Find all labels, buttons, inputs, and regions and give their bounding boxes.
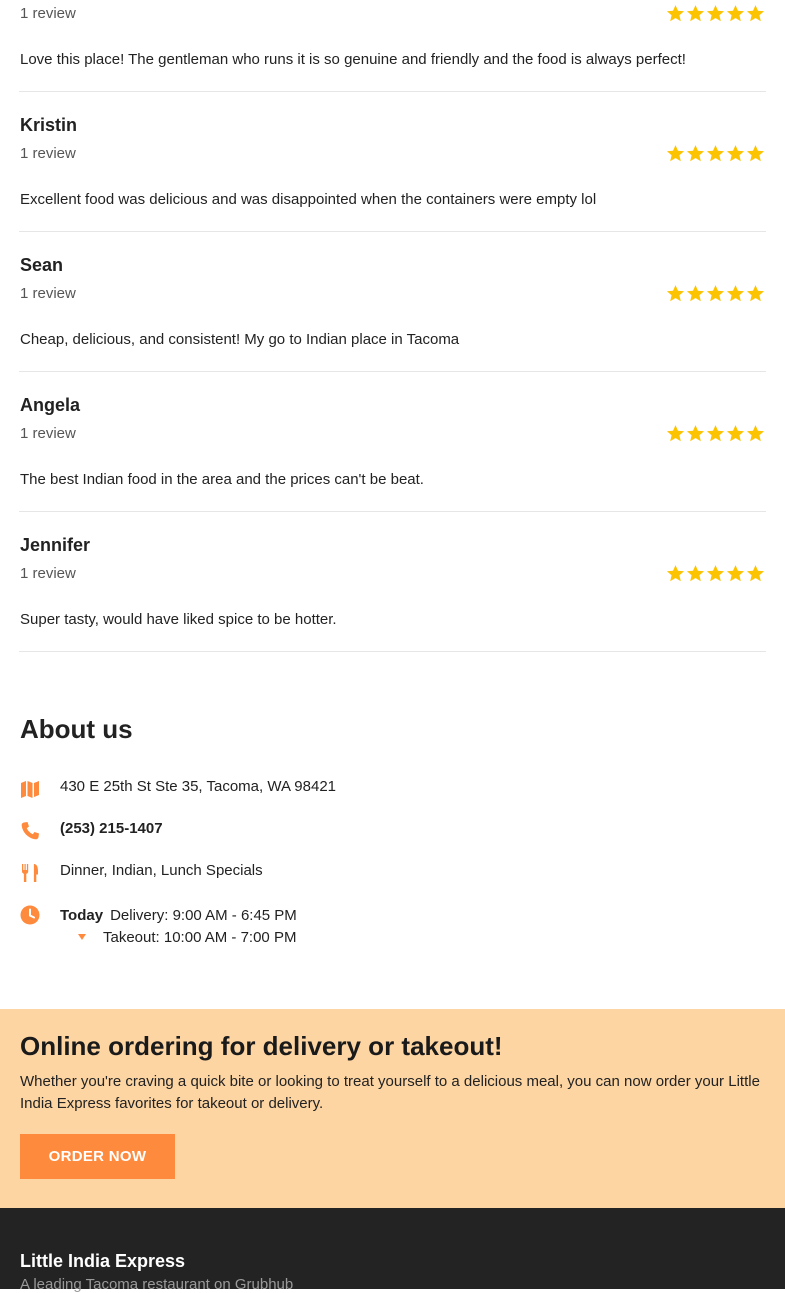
hours-toggle[interactable]: Takeout: 10:00 AM - 7:00 PM	[60, 926, 297, 948]
order-now-button[interactable]: ORDER NOW	[20, 1134, 175, 1179]
star-icon	[665, 422, 685, 444]
star-icon	[705, 562, 725, 584]
reviewer-name: Jennifer	[20, 535, 91, 555]
star-icon	[685, 422, 705, 444]
review-card: Angela 1 review The best Indian food in …	[19, 372, 766, 512]
star-icon	[705, 422, 725, 444]
star-rating	[665, 422, 765, 444]
footer: Little India Express A leading Tacoma re…	[0, 1208, 785, 1293]
footer-brand: Little India Express	[20, 1251, 186, 1271]
star-icon	[685, 2, 705, 24]
cta-body: Whether you're craving a quick bite or l…	[20, 1073, 760, 1112]
star-icon	[745, 2, 765, 24]
star-icon	[725, 562, 745, 584]
star-icon	[725, 2, 745, 24]
review-count: 1 review	[20, 425, 76, 442]
star-rating	[665, 282, 765, 304]
review-count: 1 review	[20, 565, 76, 582]
star-icon	[745, 422, 765, 444]
phone-icon	[20, 820, 60, 842]
caret-down-icon[interactable]	[60, 933, 103, 941]
star-icon	[685, 282, 705, 304]
takeout-hours: Takeout: 10:00 AM - 7:00 PM	[103, 928, 297, 946]
cuisine-text: Dinner, Indian, Lunch Specials	[60, 862, 263, 879]
map-icon	[20, 778, 60, 800]
star-icon	[665, 142, 685, 164]
review-count: 1 review	[20, 5, 76, 22]
order-cta-banner: Online ordering for delivery or takeout!…	[0, 1009, 785, 1208]
star-icon	[725, 422, 745, 444]
reviewer-name: Kristin	[20, 115, 78, 135]
about-section: About us 430 E 25th St Ste 35, Tacoma, W…	[20, 714, 765, 946]
review-count: 1 review	[20, 145, 76, 162]
review-card: Jennifer 1 review Super tasty, would hav…	[19, 512, 766, 652]
reviewer-name: Angela	[20, 395, 81, 415]
review-text: Super tasty, would have liked spice to b…	[20, 611, 337, 628]
star-icon	[725, 282, 745, 304]
today-label: Today	[60, 906, 104, 924]
phone-link[interactable]: (253) 215-1407	[60, 820, 163, 837]
star-icon	[745, 282, 765, 304]
utensils-icon	[20, 862, 60, 884]
review-text: Love this place! The gentleman who runs …	[20, 51, 686, 68]
delivery-hours: Delivery: 9:00 AM - 6:45 PM	[110, 906, 297, 924]
star-icon	[665, 282, 685, 304]
star-icon	[705, 142, 725, 164]
star-icon	[705, 2, 725, 24]
address-text: 430 E 25th St Ste 35, Tacoma, WA 98421	[60, 778, 337, 795]
star-icon	[665, 562, 685, 584]
star-rating	[665, 142, 765, 164]
star-icon	[745, 142, 765, 164]
star-icon	[685, 562, 705, 584]
reviewer-name: Sean	[20, 255, 64, 275]
star-rating	[665, 2, 765, 24]
star-icon	[745, 562, 765, 584]
review-card: 1 review Love this place! The gentleman …	[19, 0, 766, 92]
star-icon	[725, 142, 745, 164]
star-icon	[685, 142, 705, 164]
about-title: About us	[20, 714, 133, 744]
hours-row: Today Delivery: 9:00 AM - 6:45 PM Takeou…	[20, 904, 297, 948]
review-card: Sean 1 review Cheap, delicious, and cons…	[19, 232, 766, 372]
hours-block: Today Delivery: 9:00 AM - 6:45 PM Takeou…	[60, 904, 297, 948]
star-icon	[705, 282, 725, 304]
review-card: Kristin 1 review Excellent food was deli…	[19, 92, 766, 232]
star-rating	[665, 562, 765, 584]
footer-tagline: A leading Tacoma restaurant on Grubhub	[20, 1276, 294, 1293]
address-row: 430 E 25th St Ste 35, Tacoma, WA 98421	[20, 778, 336, 800]
review-text: Cheap, delicious, and consistent! My go …	[20, 331, 460, 348]
phone-row: (253) 215-1407	[20, 820, 163, 842]
review-text: Excellent food was delicious and was dis…	[20, 191, 597, 208]
clock-icon	[20, 904, 60, 926]
cta-title: Online ordering for delivery or takeout!	[20, 1031, 503, 1061]
cuisine-row: Dinner, Indian, Lunch Specials	[20, 862, 263, 884]
review-count: 1 review	[20, 285, 76, 302]
star-icon	[665, 2, 685, 24]
review-text: The best Indian food in the area and the…	[20, 471, 424, 488]
reviews-list: 1 review Love this place! The gentleman …	[0, 0, 785, 652]
